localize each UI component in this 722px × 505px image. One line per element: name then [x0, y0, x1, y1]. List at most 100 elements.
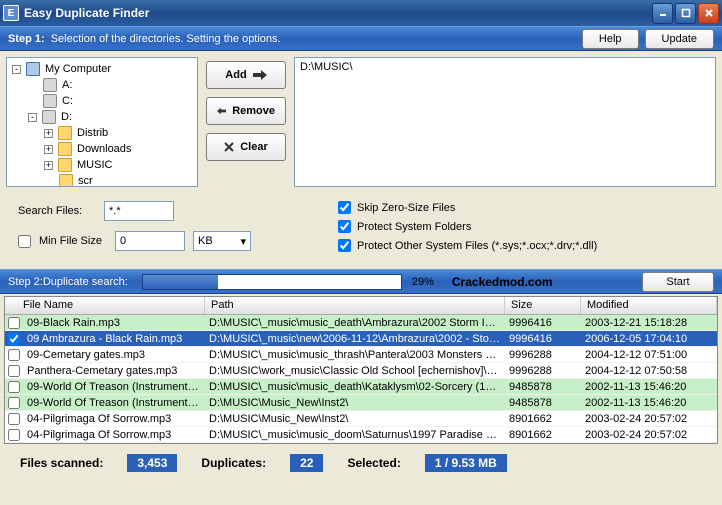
tree-node[interactable]: scr: [10, 173, 194, 187]
cell-modified: 2002-11-13 15:46:20: [581, 397, 717, 409]
chevron-down-icon: ▾: [240, 235, 246, 248]
cell-path: D:\MUSIC\work_music\Classic Old School […: [205, 365, 505, 377]
table-row[interactable]: 04-Pilgrimaga Of Sorrow.mp3D:\MUSIC\_mus…: [5, 427, 717, 443]
tree-node[interactable]: + Distrib: [10, 125, 194, 141]
expand-icon[interactable]: +: [44, 145, 53, 154]
cell-size: 8901662: [505, 413, 581, 425]
selected-label: Selected:: [347, 456, 400, 470]
row-checkbox[interactable]: [8, 413, 20, 425]
step1-bar: Step 1: Selection of the directories. Se…: [0, 26, 722, 51]
row-checkbox[interactable]: [8, 333, 20, 345]
folder-icon: [58, 126, 72, 140]
col-size-header[interactable]: Size: [505, 297, 581, 314]
cell-name: 04-Pilgrimaga Of Sorrow.mp3: [23, 429, 205, 441]
close-button[interactable]: [698, 3, 719, 24]
tree-node[interactable]: C:: [10, 93, 194, 109]
col-path-header[interactable]: Path: [205, 297, 505, 314]
search-files-input[interactable]: [104, 201, 174, 221]
window-title: Easy Duplicate Finder: [24, 6, 652, 20]
cell-path: D:\MUSIC\Music_New\Inst2\: [205, 413, 505, 425]
unit-select[interactable]: KB ▾: [193, 231, 251, 251]
cell-size: 9485878: [505, 397, 581, 409]
min-size-checkbox[interactable]: [18, 235, 31, 248]
tree-node[interactable]: - My Computer: [10, 61, 194, 77]
cell-name: 09 Ambrazura - Black Rain.mp3: [23, 333, 205, 345]
tree-node[interactable]: - D:: [10, 109, 194, 125]
tree-label: Distrib: [77, 127, 108, 139]
table-row[interactable]: Panthera-Cemetary gates.mp3D:\MUSIC\work…: [5, 363, 717, 379]
step1-label: Step 1:: [8, 33, 45, 45]
tree-label: MUSIC: [77, 159, 112, 171]
start-button[interactable]: Start: [642, 272, 714, 292]
row-checkbox[interactable]: [8, 317, 20, 329]
expand-icon[interactable]: -: [28, 113, 37, 122]
col-name-header[interactable]: File Name: [5, 297, 205, 314]
table-row[interactable]: 09-World Of Treason (Instrumental ...D:\…: [5, 395, 717, 411]
target-path-panel[interactable]: D:\MUSIC\: [294, 57, 716, 187]
min-size-input[interactable]: [115, 231, 185, 251]
cell-name: 09-World Of Treason (Instrumental ...: [23, 397, 205, 409]
progress-fill: [143, 275, 218, 289]
tree-label: scr: [78, 175, 93, 187]
tree-node[interactable]: A:: [10, 77, 194, 93]
cell-name: Panthera-Cemetary gates.mp3: [23, 365, 205, 377]
search-files-label: Search Files:: [18, 205, 96, 217]
row-checkbox[interactable]: [8, 397, 20, 409]
expand-icon[interactable]: +: [44, 129, 53, 138]
comp-icon: [26, 62, 40, 76]
cell-size: 8901662: [505, 429, 581, 441]
tree-label: D:: [61, 111, 72, 123]
table-row[interactable]: 09-World Of Treason (Instrumental ...D:\…: [5, 379, 717, 395]
table-row[interactable]: 09-Black Rain.mp3D:\MUSIC\_music\music_d…: [5, 315, 717, 331]
col-modified-header[interactable]: Modified: [581, 297, 717, 314]
protect-sys-checkbox[interactable]: [338, 220, 351, 233]
cell-name: 09-Black Rain.mp3: [23, 317, 205, 329]
cell-path: D:\MUSIC\Music_New\Inst2\: [205, 397, 505, 409]
app-icon: E: [3, 5, 19, 21]
update-button[interactable]: Update: [645, 29, 714, 49]
protect-other-label: Protect Other System Files (*.sys;*.ocx;…: [357, 240, 597, 252]
unit-label: KB: [198, 235, 213, 247]
tree-label: A:: [62, 79, 72, 91]
tree-label: My Computer: [45, 63, 111, 75]
table-row[interactable]: 09 Ambrazura - Kill Yourself.mp3D:\MUSIC…: [5, 443, 717, 444]
watermark-text: Crackedmod.com: [452, 275, 553, 289]
duplicates-label: Duplicates:: [201, 456, 266, 470]
expand-icon[interactable]: -: [12, 65, 21, 74]
table-row[interactable]: 09-Cemetary gates.mp3D:\MUSIC\_music\mus…: [5, 347, 717, 363]
duplicates-value: 22: [290, 454, 323, 472]
cell-name: 09-Cemetary gates.mp3: [23, 349, 205, 361]
expand-icon[interactable]: +: [44, 161, 53, 170]
progress-percent: 29%: [412, 276, 434, 288]
tree-node[interactable]: + MUSIC: [10, 157, 194, 173]
row-checkbox[interactable]: [8, 349, 20, 361]
skip-zero-checkbox[interactable]: [338, 201, 351, 214]
clear-button[interactable]: Clear: [206, 133, 286, 161]
tree-node[interactable]: +Downloads: [10, 141, 194, 157]
cell-path: D:\MUSIC\_music\music_death\Ambrazura\20…: [205, 317, 505, 329]
scanned-label: Files scanned:: [20, 456, 103, 470]
maximize-button[interactable]: [675, 3, 696, 24]
add-button[interactable]: Add: [206, 61, 286, 89]
target-path-text: D:\MUSIC\: [300, 61, 353, 73]
table-row[interactable]: 09 Ambrazura - Black Rain.mp3D:\MUSIC\_m…: [5, 331, 717, 347]
results-table[interactable]: File Name Path Size Modified 09-Black Ra…: [4, 296, 718, 444]
cell-path: D:\MUSIC\_music\new\2006-11-12\Ambrazura…: [205, 333, 505, 345]
cell-name: 09-World Of Treason (Instrumental ...: [23, 381, 205, 393]
cell-size: 9485878: [505, 381, 581, 393]
cell-path: D:\MUSIC\_music\music_death\Kataklysm\02…: [205, 381, 505, 393]
remove-button[interactable]: Remove: [206, 97, 286, 125]
table-row[interactable]: 04-Pilgrimaga Of Sorrow.mp3D:\MUSIC\Musi…: [5, 411, 717, 427]
directory-tree[interactable]: -My ComputerA:C:-D:+Distrib+Downloads+MU…: [6, 57, 198, 187]
cell-size: 9996288: [505, 365, 581, 377]
help-button[interactable]: Help: [582, 29, 639, 49]
status-bar: Files scanned: 3,453 Duplicates: 22 Sele…: [0, 446, 722, 480]
protect-other-checkbox[interactable]: [338, 239, 351, 252]
row-checkbox[interactable]: [8, 365, 20, 377]
row-checkbox[interactable]: [8, 381, 20, 393]
row-checkbox[interactable]: [8, 429, 20, 441]
step2-label: Step 2:: [8, 276, 43, 288]
selected-value: 1 / 9.53 MB: [425, 454, 507, 472]
cell-modified: 2006-12-05 17:04:10: [581, 333, 717, 345]
minimize-button[interactable]: [652, 3, 673, 24]
